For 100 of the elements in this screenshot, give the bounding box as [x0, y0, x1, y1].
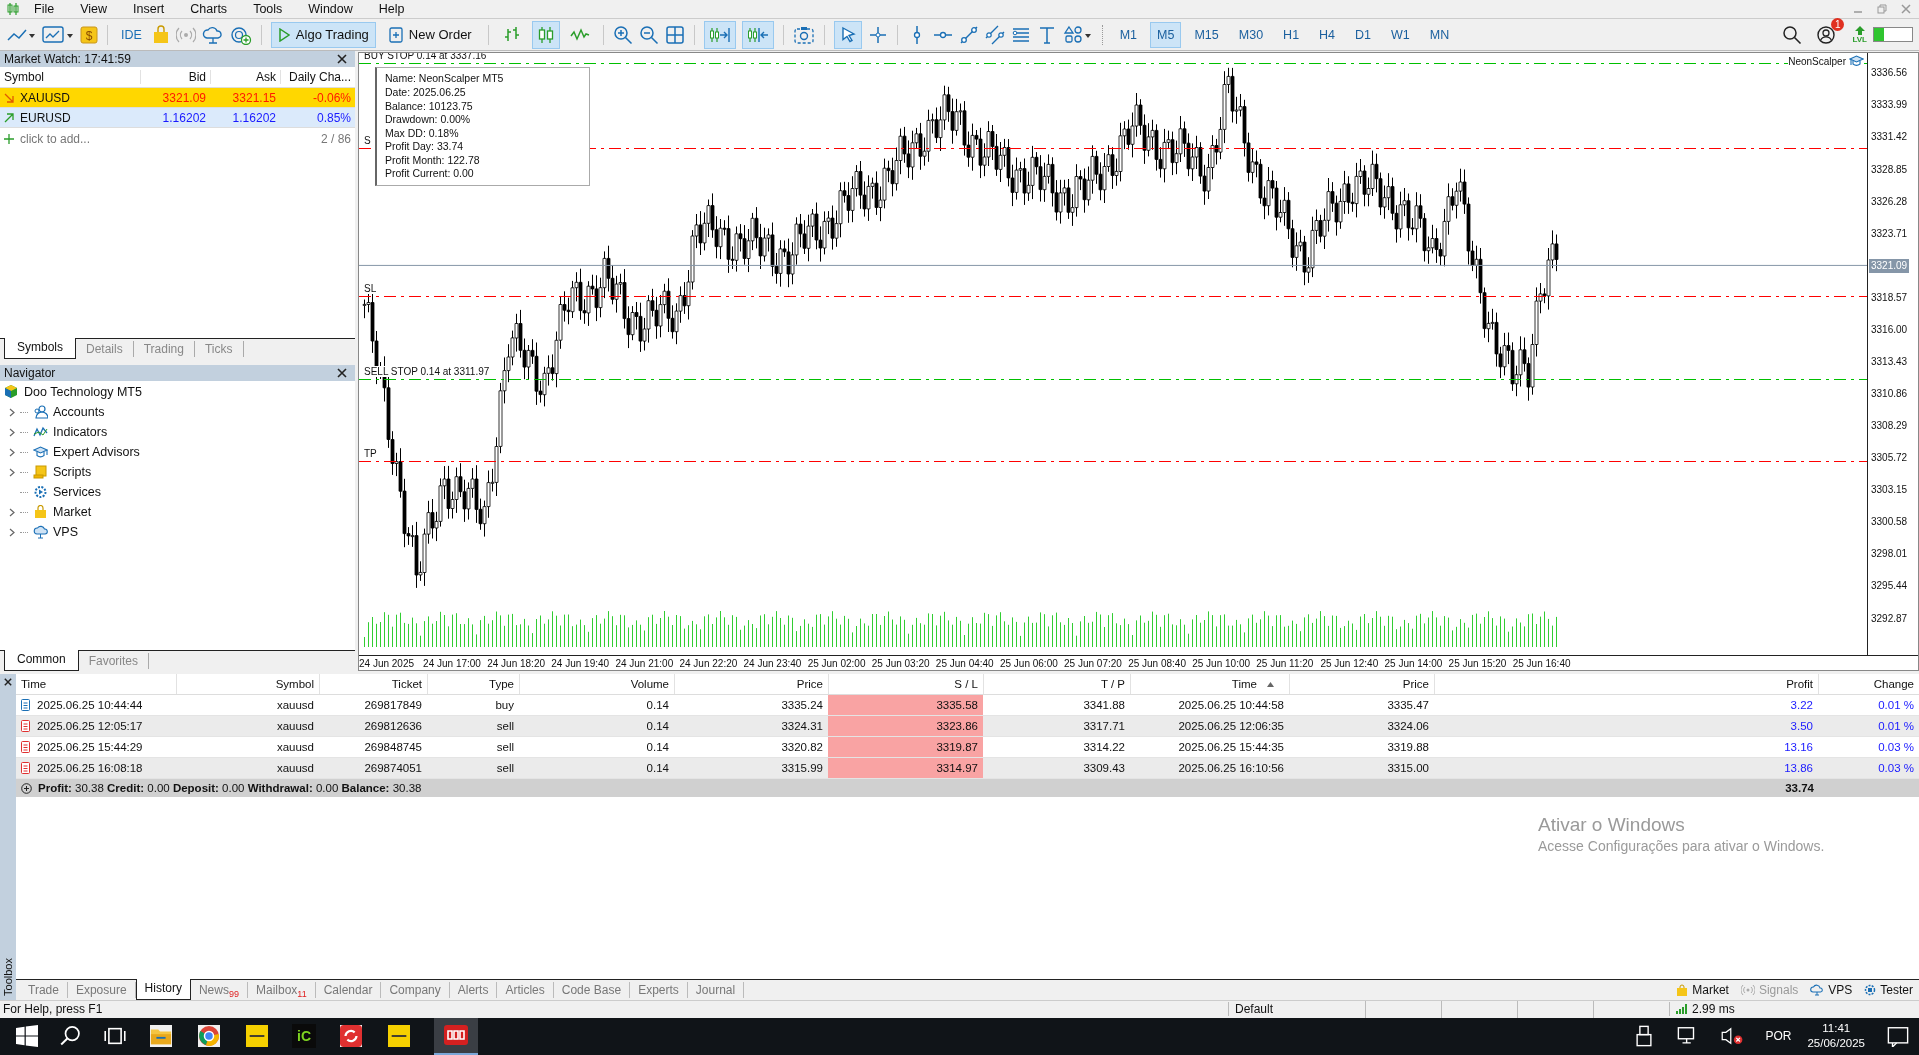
- timeframe-button[interactable]: M15: [1187, 21, 1226, 48]
- auto-scroll-icon[interactable]: [703, 20, 736, 49]
- column-header[interactable]: Type: [427, 674, 519, 695]
- radar-plus-icon[interactable]: [229, 24, 252, 45]
- toolbox-tab[interactable]: Alerts: [449, 981, 498, 998]
- column-header[interactable]: Change: [1818, 674, 1919, 695]
- menu-item[interactable]: View: [70, 1, 120, 16]
- column-header[interactable]: Symbol: [0, 70, 140, 85]
- toolbox-tab[interactable]: Exposure: [67, 981, 136, 998]
- broker-name[interactable]: Doo Technology MT5: [24, 384, 142, 399]
- column-header[interactable]: Time: [16, 674, 176, 695]
- chart-window-icon[interactable]: [42, 24, 74, 45]
- ide-button[interactable]: IDE: [117, 27, 146, 42]
- toolbox-tab[interactable]: Journal: [687, 981, 745, 998]
- search-icon[interactable]: [1782, 24, 1803, 45]
- chart-shift-icon[interactable]: [741, 20, 774, 49]
- panel-tab[interactable]: Common: [4, 650, 79, 672]
- column-header[interactable]: Ticket: [319, 674, 427, 695]
- column-header[interactable]: Price: [1289, 674, 1434, 695]
- column-header[interactable]: Time: [1130, 674, 1289, 695]
- column-header[interactable]: Price: [674, 674, 828, 695]
- clock-date[interactable]: 25/06/2025: [1807, 1036, 1865, 1052]
- timeframe-button[interactable]: M5: [1150, 21, 1182, 48]
- toolbox-tab[interactable]: Experts: [630, 981, 688, 998]
- plus-circle-icon[interactable]: [21, 782, 32, 794]
- column-header[interactable]: Daily Cha...: [280, 70, 355, 85]
- windows-start-icon[interactable]: [16, 1025, 38, 1048]
- service-link[interactable]: VPS: [1804, 979, 1859, 1000]
- folder-icon[interactable]: [150, 1025, 172, 1048]
- toolbox-tab[interactable]: Trade: [20, 981, 68, 998]
- notification-icon[interactable]: [1887, 1025, 1909, 1048]
- symbol-row[interactable]: XAUUSD 3321.09 3321.15 -0.06%: [0, 88, 355, 109]
- plus-icon[interactable]: [4, 134, 14, 145]
- navigator-item[interactable]: Market: [53, 505, 92, 520]
- column-header[interactable]: Ask: [210, 70, 280, 85]
- new-order-button[interactable]: New Order: [381, 21, 479, 48]
- trendline-icon[interactable]: [958, 24, 979, 45]
- clock-time[interactable]: 11:41: [1822, 1021, 1851, 1037]
- cloud-icon[interactable]: [201, 24, 224, 45]
- timeframe-button[interactable]: M1: [1112, 21, 1145, 48]
- toolbox-tab[interactable]: News$_{99}$: [190, 981, 248, 998]
- circular-arrows-icon[interactable]: [340, 1025, 362, 1048]
- timeframe-button[interactable]: W1: [1384, 21, 1417, 48]
- zoom-out-icon[interactable]: [638, 24, 659, 45]
- symbol-row[interactable]: EURUSD 1.16202 1.16202 0.85%: [0, 108, 355, 129]
- close-icon[interactable]: [337, 54, 347, 65]
- candlestick-icon[interactable]: [531, 20, 560, 49]
- crosshair-icon[interactable]: [867, 24, 888, 45]
- navigator-item[interactable]: VPS: [53, 525, 78, 540]
- cursor-icon[interactable]: [833, 20, 862, 49]
- panel-tab[interactable]: Symbols: [4, 338, 76, 360]
- navigator-item[interactable]: Expert Advisors: [53, 445, 140, 460]
- navigator-item[interactable]: Scripts: [53, 465, 92, 480]
- toolbox-tab[interactable]: History: [135, 978, 191, 1000]
- close-icon[interactable]: [337, 368, 347, 379]
- zoom-in-icon[interactable]: [612, 24, 633, 45]
- column-header[interactable]: T / P: [983, 674, 1130, 695]
- close-icon[interactable]: [4, 678, 12, 687]
- menu-item[interactable]: File: [24, 1, 67, 16]
- grid-icon[interactable]: [664, 24, 685, 45]
- toolbox-tab[interactable]: Company: [381, 981, 450, 998]
- toolbox-tab[interactable]: Calendar: [315, 981, 382, 998]
- timeframe-button[interactable]: H4: [1312, 21, 1343, 48]
- menu-item[interactable]: Tools: [243, 1, 295, 16]
- column-header[interactable]: Symbol: [176, 674, 319, 695]
- navigator-item[interactable]: Services: [53, 485, 101, 500]
- menu-item[interactable]: Help: [368, 1, 417, 16]
- camera-icon[interactable]: [792, 24, 815, 45]
- toolbox-tab[interactable]: Articles: [497, 981, 554, 998]
- table-cell-text: buy: [494, 698, 515, 714]
- browser-icon[interactable]: [198, 1025, 220, 1048]
- app-tile-icon[interactable]: [246, 1025, 268, 1048]
- app-icon[interactable]: [444, 1025, 468, 1046]
- toolbox-tab[interactable]: Code Base: [553, 981, 631, 998]
- shapes-icon[interactable]: [1062, 24, 1093, 45]
- channel-icon[interactable]: [984, 24, 1005, 45]
- timeframe-button[interactable]: M30: [1231, 21, 1271, 48]
- app-tile-icon[interactable]: [388, 1025, 410, 1048]
- menu-item[interactable]: Window: [298, 1, 365, 16]
- column-header[interactable]: Profit: [1434, 674, 1818, 695]
- menu-item[interactable]: Charts: [180, 1, 240, 16]
- menu-item[interactable]: Insert: [123, 1, 177, 16]
- dollar-icon[interactable]: $: [80, 24, 98, 45]
- timeframe-button[interactable]: MN: [1422, 21, 1457, 48]
- service-link[interactable]: Market: [1670, 979, 1735, 1000]
- navigator-item[interactable]: Indicators: [53, 425, 108, 440]
- column-header[interactable]: Bid: [140, 70, 210, 85]
- column-header[interactable]: Volume: [519, 674, 674, 695]
- column-header[interactable]: S / L: [828, 674, 983, 695]
- input-language[interactable]: POR: [1765, 1029, 1792, 1044]
- timeframe-button[interactable]: H1: [1276, 21, 1307, 48]
- navigator-item[interactable]: Accounts: [53, 405, 105, 420]
- user-icon[interactable]: [1816, 24, 1837, 45]
- timeframe-button[interactable]: D1: [1348, 21, 1379, 48]
- app-icon[interactable]: iC: [292, 1024, 316, 1049]
- algo-trading-button[interactable]: Algo Trading: [270, 21, 376, 48]
- service-link[interactable]: Tester: [1858, 979, 1919, 1000]
- toolbox-tab[interactable]: Mailbox$_{11}$: [248, 981, 316, 998]
- add-symbol-link[interactable]: click to add...: [20, 132, 91, 147]
- search-icon[interactable]: [60, 1025, 82, 1048]
